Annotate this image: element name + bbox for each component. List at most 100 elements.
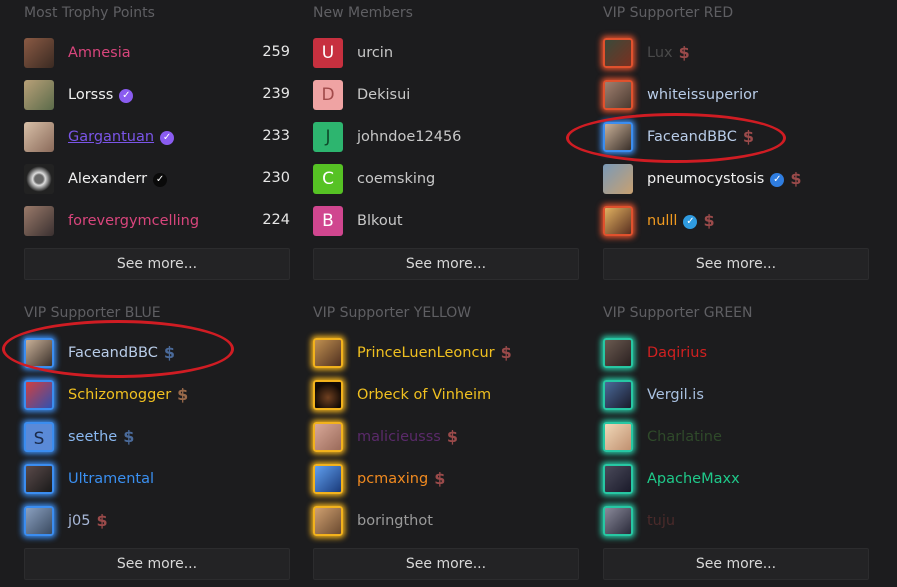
username[interactable]: whiteissuperior: [647, 85, 758, 105]
list-item[interactable]: nulll ✓ $: [603, 206, 869, 238]
username[interactable]: malicieusss: [357, 429, 441, 445]
list-item[interactable]: Charlatine: [603, 422, 869, 454]
avatar[interactable]: B: [313, 206, 343, 236]
avatar[interactable]: S: [24, 422, 54, 452]
avatar[interactable]: [603, 506, 633, 536]
username[interactable]: Ultramental: [68, 469, 154, 489]
username[interactable]: Dekisui: [357, 85, 410, 105]
avatar[interactable]: [603, 38, 633, 68]
list-item[interactable]: j05 $: [24, 506, 290, 538]
list-item[interactable]: Vergil.is: [603, 380, 869, 412]
username[interactable]: coemsking: [357, 169, 435, 189]
username[interactable]: seethe: [68, 429, 117, 445]
avatar[interactable]: [24, 122, 54, 152]
avatar[interactable]: [603, 464, 633, 494]
see-more-button[interactable]: See more...: [24, 248, 290, 280]
username[interactable]: pneumocystosis: [647, 171, 764, 187]
username[interactable]: FaceandBBC: [647, 129, 737, 145]
list-item[interactable]: Lux $: [603, 38, 869, 70]
avatar[interactable]: [313, 422, 343, 452]
list-item[interactable]: FaceandBBC $: [603, 122, 869, 154]
avatar[interactable]: [603, 122, 633, 152]
username[interactable]: j05: [68, 513, 90, 529]
list-item[interactable]: S seethe $: [24, 422, 290, 454]
username[interactable]: urcin: [357, 43, 393, 63]
avatar[interactable]: [603, 164, 633, 194]
avatar[interactable]: [24, 80, 54, 110]
list-item[interactable]: C coemsking: [313, 164, 579, 196]
avatar[interactable]: [24, 338, 54, 368]
username[interactable]: Lux: [647, 45, 673, 61]
list-item[interactable]: Ultramental: [24, 464, 290, 496]
see-more-button[interactable]: See more...: [24, 548, 290, 580]
avatar[interactable]: J: [313, 122, 343, 152]
list-item[interactable]: malicieusss $: [313, 422, 579, 454]
avatar[interactable]: [603, 380, 633, 410]
panel-trophy-points: Most Trophy Points Amnesia 259 Lorsss ✓ 2…: [24, 4, 290, 282]
list-item[interactable]: Schizomogger $: [24, 380, 290, 412]
list-item[interactable]: PrinceLuenLeoncur $: [313, 338, 579, 370]
list-item[interactable]: whiteissuperior: [603, 80, 869, 112]
avatar[interactable]: U: [313, 38, 343, 68]
avatar[interactable]: [603, 80, 633, 110]
username[interactable]: Orbeck of Vinheim: [357, 385, 491, 405]
username[interactable]: FaceandBBC: [68, 345, 158, 361]
username[interactable]: Schizomogger: [68, 387, 171, 403]
avatar[interactable]: [313, 506, 343, 536]
avatar[interactable]: [24, 506, 54, 536]
list-item[interactable]: Lorsss ✓ 239: [24, 80, 290, 112]
list-item[interactable]: boringthot: [313, 506, 579, 538]
avatar[interactable]: [603, 422, 633, 452]
username[interactable]: Vergil.is: [647, 385, 704, 405]
list-item[interactable]: Amnesia 259: [24, 38, 290, 70]
list-item[interactable]: forevergymcelling 224: [24, 206, 290, 238]
list-item[interactable]: D Dekisui: [313, 80, 579, 112]
list-item[interactable]: U urcin: [313, 38, 579, 70]
list-item[interactable]: Orbeck of Vinheim: [313, 380, 579, 412]
avatar[interactable]: [24, 164, 54, 194]
avatar[interactable]: [24, 464, 54, 494]
list-item[interactable]: ApacheMaxx: [603, 464, 869, 496]
list-item[interactable]: B Blkout: [313, 206, 579, 238]
avatar[interactable]: [603, 206, 633, 236]
username[interactable]: nulll: [647, 213, 677, 229]
username[interactable]: Daqirius: [647, 343, 707, 363]
see-more-button[interactable]: See more...: [313, 248, 579, 280]
avatar[interactable]: [24, 206, 54, 236]
username[interactable]: Charlatine: [647, 427, 722, 447]
list-item[interactable]: Alexanderr ✓ 230: [24, 164, 290, 196]
list-item[interactable]: Gargantuan ✓ 233: [24, 122, 290, 154]
username[interactable]: ApacheMaxx: [647, 469, 740, 489]
username[interactable]: pcmaxing: [357, 471, 428, 487]
username[interactable]: Alexanderr: [68, 171, 147, 187]
list-item[interactable]: Daqirius: [603, 338, 869, 370]
avatar[interactable]: [24, 38, 54, 68]
username[interactable]: PrinceLuenLeoncur: [357, 345, 495, 361]
username[interactable]: Lorsss: [68, 87, 113, 103]
username[interactable]: boringthot: [357, 511, 433, 531]
panel-title: New Members: [313, 5, 413, 21]
username[interactable]: Blkout: [357, 211, 403, 231]
see-more-button[interactable]: See more...: [603, 548, 869, 580]
panel-vip-yellow: VIP Supporter YELLOW PrinceLuenLeoncur $ …: [313, 304, 579, 584]
see-more-button[interactable]: See more...: [313, 548, 579, 580]
list-item[interactable]: tuju: [603, 506, 869, 538]
verified-icon: ✓: [160, 131, 175, 145]
avatar[interactable]: [313, 464, 343, 494]
avatar[interactable]: D: [313, 80, 343, 110]
list-item[interactable]: FaceandBBC $: [24, 338, 290, 370]
username[interactable]: Gargantuan: [68, 129, 154, 145]
list-item[interactable]: pneumocystosis ✓ $: [603, 164, 869, 196]
username[interactable]: forevergymcelling: [68, 211, 199, 231]
username[interactable]: tuju: [647, 511, 675, 531]
username[interactable]: Amnesia: [68, 43, 131, 63]
avatar[interactable]: [24, 380, 54, 410]
username[interactable]: johndoe12456: [357, 127, 461, 147]
avatar[interactable]: [313, 338, 343, 368]
see-more-button[interactable]: See more...: [603, 248, 869, 280]
avatar[interactable]: C: [313, 164, 343, 194]
avatar[interactable]: [313, 380, 343, 410]
list-item[interactable]: pcmaxing $: [313, 464, 579, 496]
avatar[interactable]: [603, 338, 633, 368]
list-item[interactable]: J johndoe12456: [313, 122, 579, 154]
